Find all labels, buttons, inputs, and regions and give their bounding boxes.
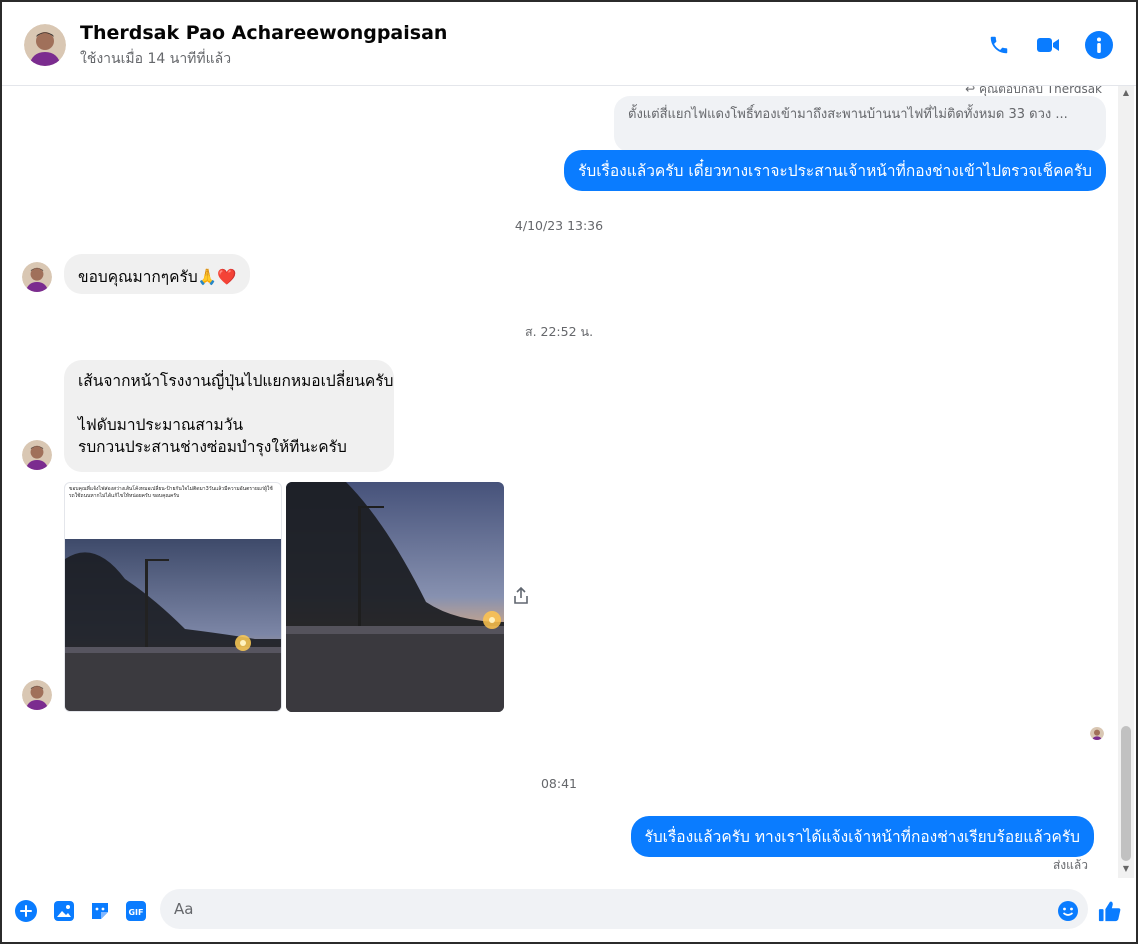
outgoing-message[interactable]: รับเรื่องแล้วครับ เดี๋ยวทางเราจะประสานเจ… — [564, 150, 1106, 191]
info-icon[interactable] — [1084, 30, 1114, 60]
message-input[interactable] — [160, 889, 1088, 929]
message-line: รบกวนประสานช่างซ่อมบำรุงให้ทีนะครับ — [78, 438, 347, 456]
active-status: ใช้งานเมื่อ 14 นาทีที่แล้ว — [80, 51, 232, 67]
plus-icon[interactable] — [14, 899, 38, 923]
message-scrollbar[interactable]: ▲ ▼ — [1118, 86, 1134, 878]
contact-avatar[interactable] — [24, 24, 66, 66]
gif-icon[interactable]: GIF — [124, 899, 148, 923]
scroll-thumb[interactable] — [1121, 726, 1131, 861]
like-icon[interactable] — [1098, 899, 1122, 923]
shared-photo[interactable] — [286, 482, 504, 712]
sender-avatar[interactable] — [22, 680, 52, 710]
video-icon[interactable] — [1033, 30, 1063, 60]
sticker-icon[interactable] — [88, 899, 112, 923]
emoji-icon[interactable] — [1056, 899, 1080, 923]
scroll-down-arrow[interactable]: ▼ — [1121, 864, 1131, 874]
message-list[interactable]: ↩ คุณตอบกลับ Therdsak ตั้งแต่สี่แยกไฟแดง… — [2, 86, 1118, 880]
message-timestamp: 4/10/23 13:36 — [514, 218, 604, 233]
share-icon[interactable] — [512, 586, 532, 608]
photo-caption: ขอบคุณที่แจ้งไฟส่องสว่างเส้นโค้งหมอเปลี่… — [69, 486, 273, 499]
phone-icon[interactable] — [984, 30, 1014, 60]
message-composer: GIF — [2, 880, 1136, 942]
message-line: เส้นจากหน้าโรงงานญี่ปุ่นไปแยกหมอเปลี่ยนค… — [78, 372, 394, 390]
scroll-up-arrow[interactable]: ▲ — [1121, 88, 1131, 98]
sender-avatar[interactable] — [22, 440, 52, 470]
svg-text:GIF: GIF — [128, 908, 143, 917]
message-timestamp: ส. 22:52 น. — [524, 324, 594, 339]
message-timestamp: 08:41 — [540, 776, 578, 791]
read-receipt-avatar — [1090, 726, 1104, 740]
sender-avatar[interactable] — [22, 262, 52, 292]
sent-status: ส่งแล้ว — [1052, 858, 1088, 872]
incoming-message[interactable]: เส้นจากหน้าโรงงานญี่ปุ่นไปแยกหมอเปลี่ยนค… — [64, 360, 394, 472]
shared-photo[interactable]: ขอบคุณที่แจ้งไฟส่องสว่างเส้นโค้งหมอเปลี่… — [64, 482, 282, 712]
image-icon[interactable] — [52, 899, 76, 923]
contact-name[interactable]: Therdsak Pao Achareewongpaisan — [80, 22, 447, 44]
replied-message-quote[interactable]: ตั้งแต่สี่แยกไฟแดงโพธิ์ทองเข้ามาถึงสะพาน… — [614, 96, 1106, 152]
incoming-message[interactable]: ขอบคุณมากๆครับ🙏❤️ — [64, 254, 251, 294]
conversation-header: Therdsak Pao Achareewongpaisan ใช้งานเมื… — [2, 2, 1136, 86]
message-line: ไฟดับมาประมาณสามวัน — [78, 416, 244, 434]
outgoing-message[interactable]: รับเรื่องแล้วครับ ทางเราได้แจ้งเจ้าหน้าท… — [630, 816, 1094, 857]
